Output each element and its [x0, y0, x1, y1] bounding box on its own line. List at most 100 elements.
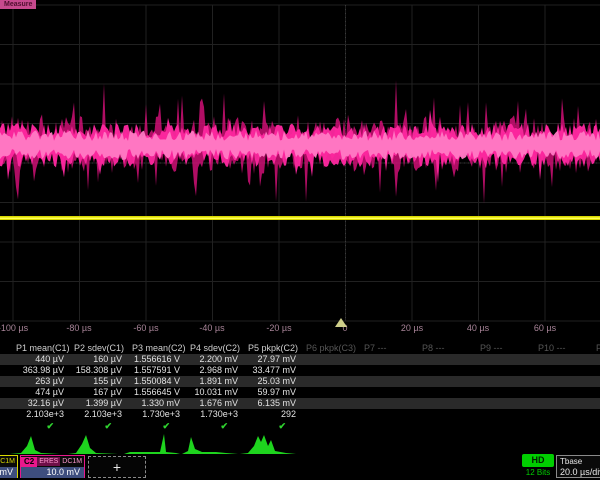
measure-value-cell: 155 µV	[66, 376, 124, 387]
measure-table-row: 263 µV155 µV1.550084 V1.891 mV25.03 mV	[0, 376, 600, 387]
time-axis-label: 60 µs	[534, 322, 556, 334]
status-empty	[414, 420, 472, 432]
histicon	[240, 435, 296, 454]
measure-column-header[interactable]: P8 ---	[414, 343, 472, 354]
measure-value-cell	[414, 365, 472, 376]
time-axis-label: 40 µs	[467, 322, 489, 334]
hd-mode-badge[interactable]: HD	[522, 454, 554, 467]
measure-value-cell	[588, 354, 600, 365]
measure-value-cell: 167 µV	[66, 387, 124, 398]
measure-value-cell	[588, 398, 600, 409]
time-axis-label: -20 µs	[266, 322, 291, 334]
measure-value-cell: 263 µV	[8, 376, 66, 387]
measure-column-header[interactable]: P11	[588, 343, 600, 354]
status-empty	[530, 420, 588, 432]
measure-column-header[interactable]: P9 ---	[472, 343, 530, 354]
status-empty	[588, 420, 600, 432]
measure-column-header[interactable]: P7 ---	[356, 343, 414, 354]
measure-table-header-row: P1 mean(C1)P2 sdev(C1)P3 mean(C2)P4 sdev…	[0, 343, 600, 354]
c1-vdiv-value: 5.00 mV	[0, 467, 17, 478]
measure-value-cell	[472, 398, 530, 409]
measure-value-cell	[588, 387, 600, 398]
time-axis-label: -60 µs	[133, 322, 158, 334]
measure-value-cell	[414, 354, 472, 365]
measure-value-cell: 474 µV	[8, 387, 66, 398]
measure-value-cell	[356, 376, 414, 387]
plus-icon: +	[113, 459, 121, 475]
measure-value-cell	[588, 409, 600, 420]
measure-value-cell	[472, 354, 530, 365]
measure-value-cell: 1.557591 V	[124, 365, 182, 376]
waveform-display	[0, 0, 600, 343]
measure-column-header[interactable]: P5 pkpk(C2)	[240, 343, 298, 354]
status-check-icon: ✔	[240, 420, 298, 432]
status-empty	[356, 420, 414, 432]
c1-coupling-label: DC1M	[0, 457, 17, 466]
measure-value-cell	[588, 365, 600, 376]
measure-value-cell	[356, 354, 414, 365]
measure-value-cell	[472, 409, 530, 420]
measure-column-header[interactable]: P4 sdev(C2)	[182, 343, 240, 354]
timebase-value: 20.0 µs/div	[557, 467, 600, 478]
time-axis-label: -40 µs	[199, 322, 224, 334]
measure-value-cell	[530, 365, 588, 376]
status-check-icon: ✔	[124, 420, 182, 432]
measure-value-cell	[530, 387, 588, 398]
measure-value-cell: 1.556645 V	[124, 387, 182, 398]
measure-value-cell	[414, 376, 472, 387]
measure-value-cell: 363.98 µV	[8, 365, 66, 376]
histicon	[182, 437, 238, 454]
measure-value-cell	[530, 398, 588, 409]
measure-value-cell: 2.200 mV	[182, 354, 240, 365]
measure-table-row: 2.103e+32.103e+31.730e+31.730e+3292	[0, 409, 600, 420]
histicon	[68, 435, 118, 454]
measurement-histicons	[8, 432, 298, 456]
measure-value-cell	[530, 354, 588, 365]
measure-column-header[interactable]: P10 ---	[530, 343, 588, 354]
measure-value-cell: 10.031 mV	[182, 387, 240, 398]
measure-value-cell: 160 µV	[66, 354, 124, 365]
channel-descriptor-c1[interactable]: DC1M 5.00 mV	[0, 455, 18, 478]
measure-value-cell	[356, 409, 414, 420]
measure-value-cell: 2.103e+3	[8, 409, 66, 420]
timebase-label: Tbase	[557, 456, 600, 467]
c2-channel-badge: C2	[21, 457, 37, 467]
measure-value-cell	[298, 409, 356, 420]
oscilloscope-screen: Measure -100 µs-80 µs-60 µs-40 µs-20 µs0…	[0, 0, 600, 480]
measure-column-header[interactable]: P2 sdev(C1)	[66, 343, 124, 354]
menu-fragment[interactable]: Measure	[0, 0, 36, 9]
measure-value-cell	[472, 365, 530, 376]
measure-value-cell	[414, 387, 472, 398]
measure-value-cell: 158.308 µV	[66, 365, 124, 376]
measure-column-header[interactable]: P3 mean(C2)	[124, 343, 182, 354]
channel-descriptor-c2[interactable]: C2 ERES DC1M 10.0 mV	[20, 455, 85, 478]
status-empty	[298, 420, 356, 432]
measure-value-cell	[530, 376, 588, 387]
measure-value-cell	[472, 376, 530, 387]
measure-value-cell: 1.730e+3	[124, 409, 182, 420]
measure-value-cell	[414, 409, 472, 420]
measure-table: P1 mean(C1)P2 sdev(C1)P3 mean(C2)P4 sdev…	[0, 343, 600, 432]
measure-column-header[interactable]: P1 mean(C1)	[8, 343, 66, 354]
measure-value-cell: 1.399 µV	[66, 398, 124, 409]
hd-bits-label: 12 Bits	[522, 468, 554, 478]
measure-value-cell: 6.135 mV	[240, 398, 298, 409]
measure-value-cell: 25.03 mV	[240, 376, 298, 387]
trigger-time-marker-icon[interactable]	[330, 316, 354, 328]
c2-eres-tag: ERES	[37, 457, 60, 466]
measure-value-cell	[356, 387, 414, 398]
measure-value-cell	[298, 365, 356, 376]
add-trace-button[interactable]: +	[88, 456, 146, 478]
measure-table-row: 363.98 µV158.308 µV1.557591 V2.968 mV33.…	[0, 365, 600, 376]
measure-value-cell	[298, 398, 356, 409]
measure-value-cell	[530, 409, 588, 420]
measure-value-cell	[298, 354, 356, 365]
measure-value-cell: 1.730e+3	[182, 409, 240, 420]
measure-value-cell: 2.103e+3	[66, 409, 124, 420]
measure-value-cell: 2.968 mV	[182, 365, 240, 376]
status-check-icon: ✔	[66, 420, 124, 432]
timebase-descriptor[interactable]: Tbase 20.0 µs/div	[556, 455, 600, 478]
c2-vdiv-value: 10.0 mV	[21, 467, 84, 478]
measure-value-cell: 1.676 mV	[182, 398, 240, 409]
measure-column-header[interactable]: P6 pkpk(C3)	[298, 343, 356, 354]
